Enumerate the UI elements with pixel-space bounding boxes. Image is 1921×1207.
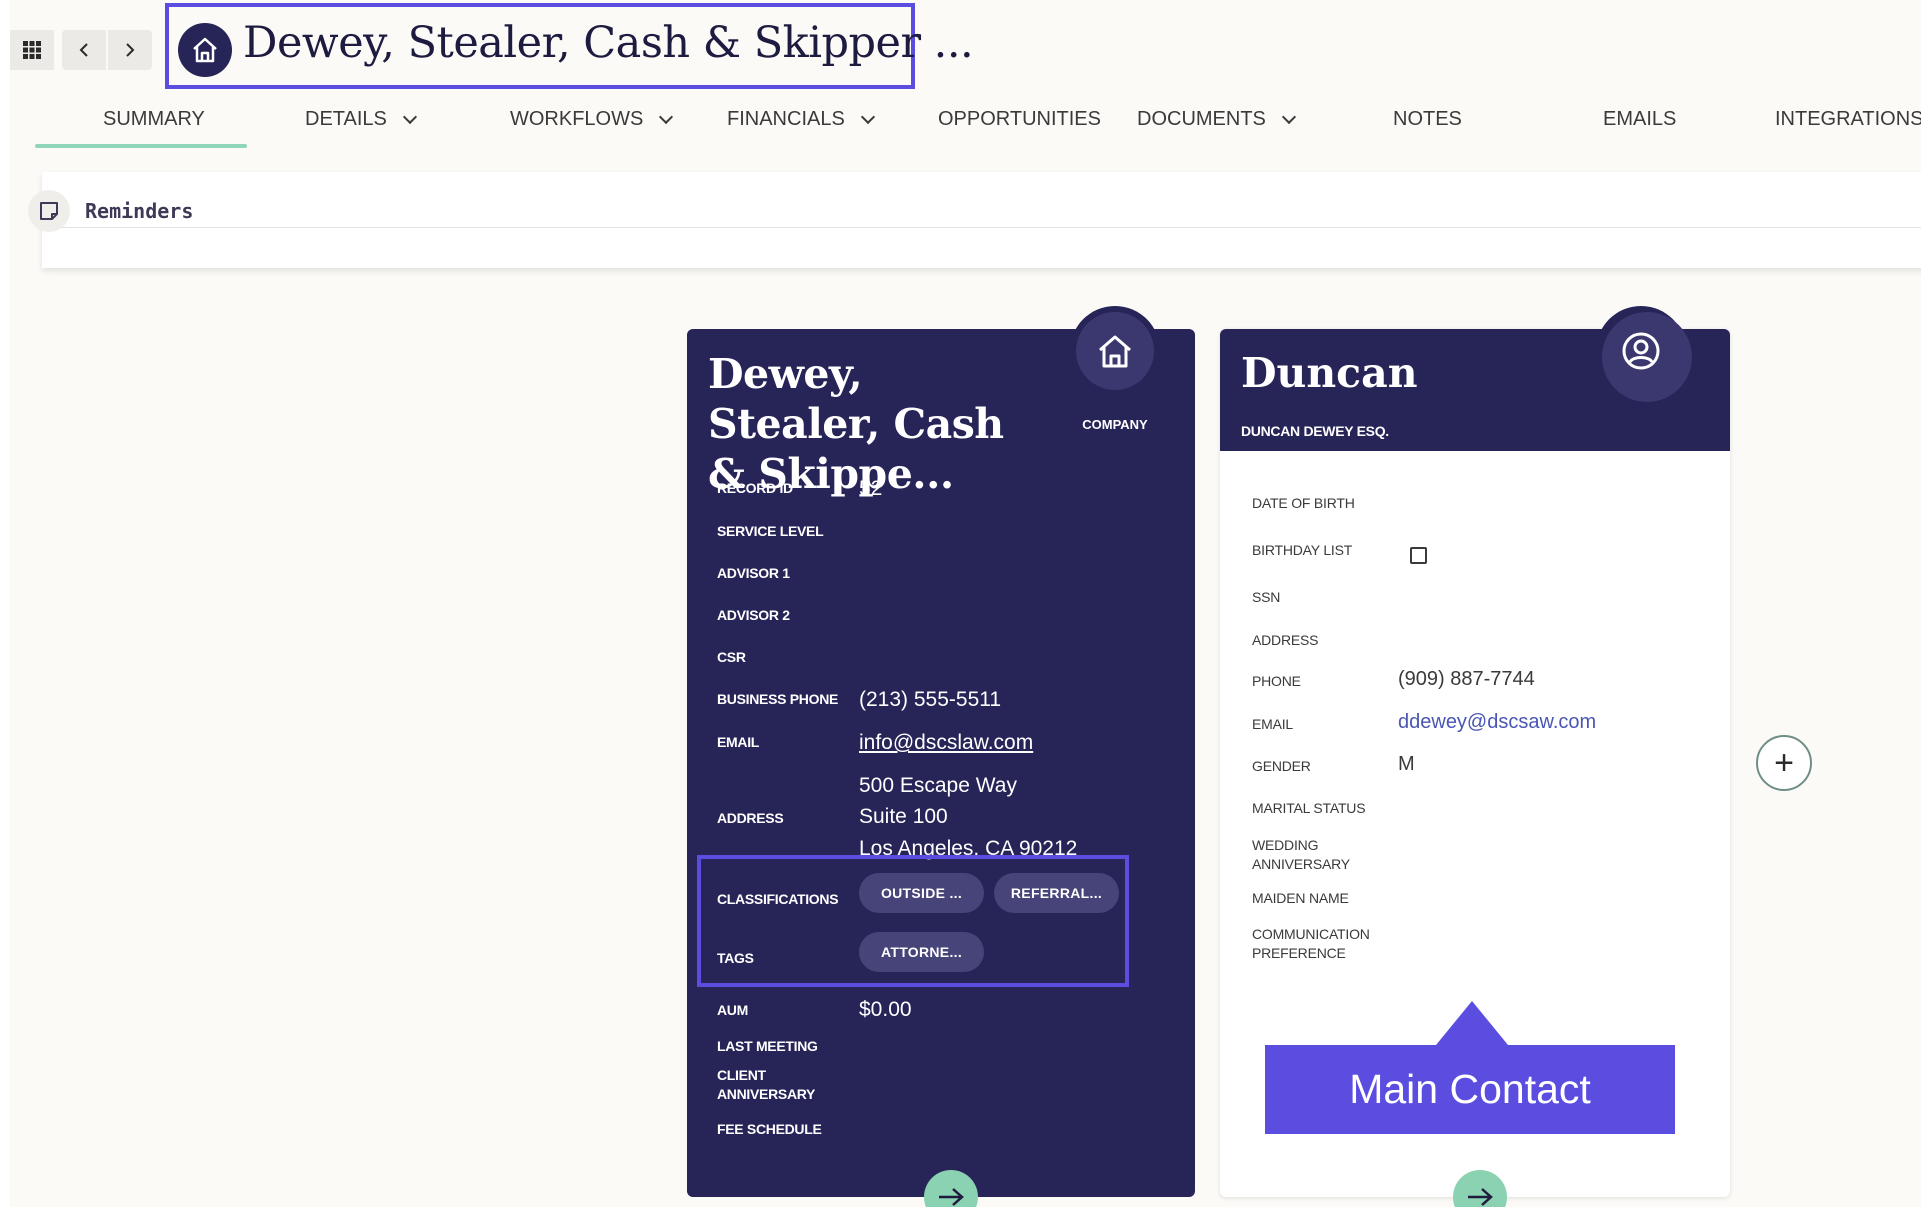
address-line1: 500 Escape Way xyxy=(859,774,1017,797)
aum-value: $0.00 xyxy=(859,998,912,1021)
chevron-down-icon xyxy=(1281,109,1296,124)
tab-notes[interactable]: NOTES xyxy=(1393,108,1462,131)
csr-label: CSR xyxy=(717,649,746,665)
chevron-down-icon xyxy=(860,109,875,124)
gender-label: GENDER xyxy=(1252,758,1311,774)
company-email-link[interactable]: info@dscslaw.com xyxy=(859,727,1033,758)
reminders-toggle[interactable] xyxy=(28,190,70,232)
phone-label: PHONE xyxy=(1252,673,1301,689)
forward-button[interactable] xyxy=(108,30,152,70)
business-phone-label: BUSINESS PHONE xyxy=(717,691,839,707)
birthday-list-label: BIRTHDAY LIST xyxy=(1252,542,1353,558)
classifications-highlight-box xyxy=(697,855,1129,987)
company-home-icon xyxy=(178,23,232,77)
fee-schedule-label: FEE SCHEDULE xyxy=(717,1121,822,1137)
active-tab-indicator xyxy=(35,144,247,148)
chevron-down-icon xyxy=(659,109,674,124)
contact-email-link[interactable]: ddewey@dscsaw.com xyxy=(1398,708,1596,736)
company-card-tab xyxy=(1070,306,1160,396)
tab-integrations[interactable]: INTEGRATIONS xyxy=(1775,108,1921,131)
page-title: Dewey, Stealer, Cash & Skipper ... xyxy=(243,18,974,68)
birthday-list-checkbox[interactable] xyxy=(1410,547,1427,564)
tab-documents[interactable]: DOCUMENTS xyxy=(1137,108,1296,131)
plus-icon: + xyxy=(1774,744,1794,782)
tab-workflows[interactable]: WORKFLOWS xyxy=(510,108,674,131)
add-contact-button[interactable]: + xyxy=(1756,735,1812,791)
contact-subtitle: DUNCAN DEWEY ESQ. xyxy=(1241,423,1389,439)
marital-status-label: MARITAL STATUS xyxy=(1252,800,1366,816)
address-label: ADDRESS xyxy=(717,810,784,826)
tab-bar: SUMMARY DETAILS WORKFLOWS FINANCIALS OPP… xyxy=(35,100,1921,150)
dob-label: DATE OF BIRTH xyxy=(1252,495,1355,511)
contact-email-label: EMAIL xyxy=(1252,716,1294,732)
record-id-label: RECORD ID xyxy=(717,480,793,496)
email-label: EMAIL xyxy=(717,734,760,750)
back-button[interactable] xyxy=(62,30,106,70)
maiden-name-label: MAIDEN NAME xyxy=(1252,890,1349,906)
communication-preference-label: COMMUNICATION PREFERENCE xyxy=(1252,926,1370,961)
tab-details[interactable]: DETAILS xyxy=(305,108,417,131)
contact-address-label: ADDRESS xyxy=(1252,632,1319,648)
arrow-right-icon xyxy=(939,1188,964,1206)
aum-label: AUM xyxy=(717,1002,748,1018)
service-level-label: SERVICE LEVEL xyxy=(717,523,824,539)
tab-opportunities[interactable]: OPPORTUNITIES xyxy=(938,108,1101,131)
company-type-label: COMPANY xyxy=(1082,417,1148,432)
grid-icon xyxy=(23,41,41,59)
grid-menu-button[interactable] xyxy=(10,30,54,70)
home-icon xyxy=(1099,335,1131,368)
wedding-anniversary-label: WEDDING ANNIVERSARY xyxy=(1252,837,1350,872)
reminders-panel xyxy=(42,172,1921,268)
tab-financials[interactable]: FINANCIALS xyxy=(727,108,875,131)
main-contact-annotation: Main Contact xyxy=(1265,1045,1675,1134)
user-circle-icon xyxy=(1622,332,1660,370)
chevron-right-icon xyxy=(126,43,135,57)
contact-name: Duncan xyxy=(1241,349,1418,397)
advisor2-label: ADVISOR 2 xyxy=(717,607,790,623)
gender-value: M xyxy=(1398,753,1415,775)
business-phone-value: (213) 555-5511 xyxy=(859,688,1002,711)
tab-emails[interactable]: EMAILS xyxy=(1603,108,1676,131)
contact-icon-badge xyxy=(1602,312,1692,402)
last-meeting-label: LAST MEETING xyxy=(717,1038,818,1054)
arrow-right-icon xyxy=(1468,1188,1493,1206)
client-anniversary-label: CLIENT ANNIVERSARY xyxy=(717,1067,816,1102)
advisor1-label: ADVISOR 1 xyxy=(717,565,790,581)
reminders-label: Reminders xyxy=(85,199,194,223)
chevron-left-icon xyxy=(79,43,88,57)
ssn-label: SSN xyxy=(1252,589,1281,605)
reminders-divider xyxy=(42,227,1921,228)
address-line2: Suite 100 xyxy=(859,805,948,828)
tab-summary[interactable]: SUMMARY xyxy=(103,108,205,131)
company-card: Dewey, Stealer, Cash & Skippe... COMPANY… xyxy=(687,306,1195,1197)
home-icon xyxy=(193,37,217,63)
phone-value: (909) 887-7744 xyxy=(1398,668,1535,690)
record-id-value: 52 xyxy=(859,477,883,500)
note-icon xyxy=(40,202,58,220)
chevron-down-icon xyxy=(402,109,417,124)
company-icon-badge xyxy=(1076,312,1154,390)
